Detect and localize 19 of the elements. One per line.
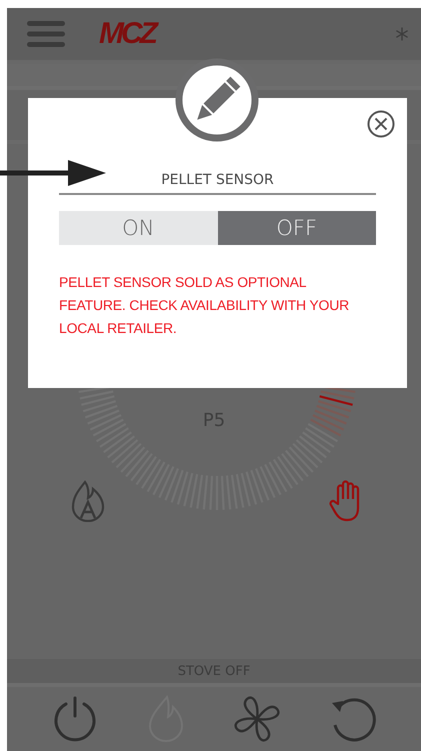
gauge-tick xyxy=(310,418,342,436)
toggle-option[interactable]: OFF xyxy=(218,211,376,245)
warning-message: PELLET SENSOR SOLD AS OPTIONAL FEATURE. CHECK AVAILABILITY WITH YOUR LOCAL RETAILER. xyxy=(59,273,350,338)
gauge-tick xyxy=(320,390,354,400)
auto-flame-icon[interactable] xyxy=(71,480,105,522)
gauge-tick xyxy=(314,410,347,425)
fan-icon[interactable] xyxy=(233,695,281,743)
gauge-tick xyxy=(308,423,338,442)
gauge-tick xyxy=(316,404,350,418)
gauge-tick xyxy=(302,431,331,454)
brand-logo: MCZ xyxy=(99,17,155,51)
gauge-tick xyxy=(318,400,352,412)
close-icon[interactable] xyxy=(367,110,395,138)
snowflake-icon[interactable] xyxy=(395,27,409,41)
toggle-option[interactable]: ON xyxy=(59,211,218,245)
menu-icon[interactable] xyxy=(27,21,65,47)
gauge-tick xyxy=(319,395,353,406)
gauge-tick xyxy=(312,414,344,431)
gauge-tick xyxy=(304,427,335,448)
